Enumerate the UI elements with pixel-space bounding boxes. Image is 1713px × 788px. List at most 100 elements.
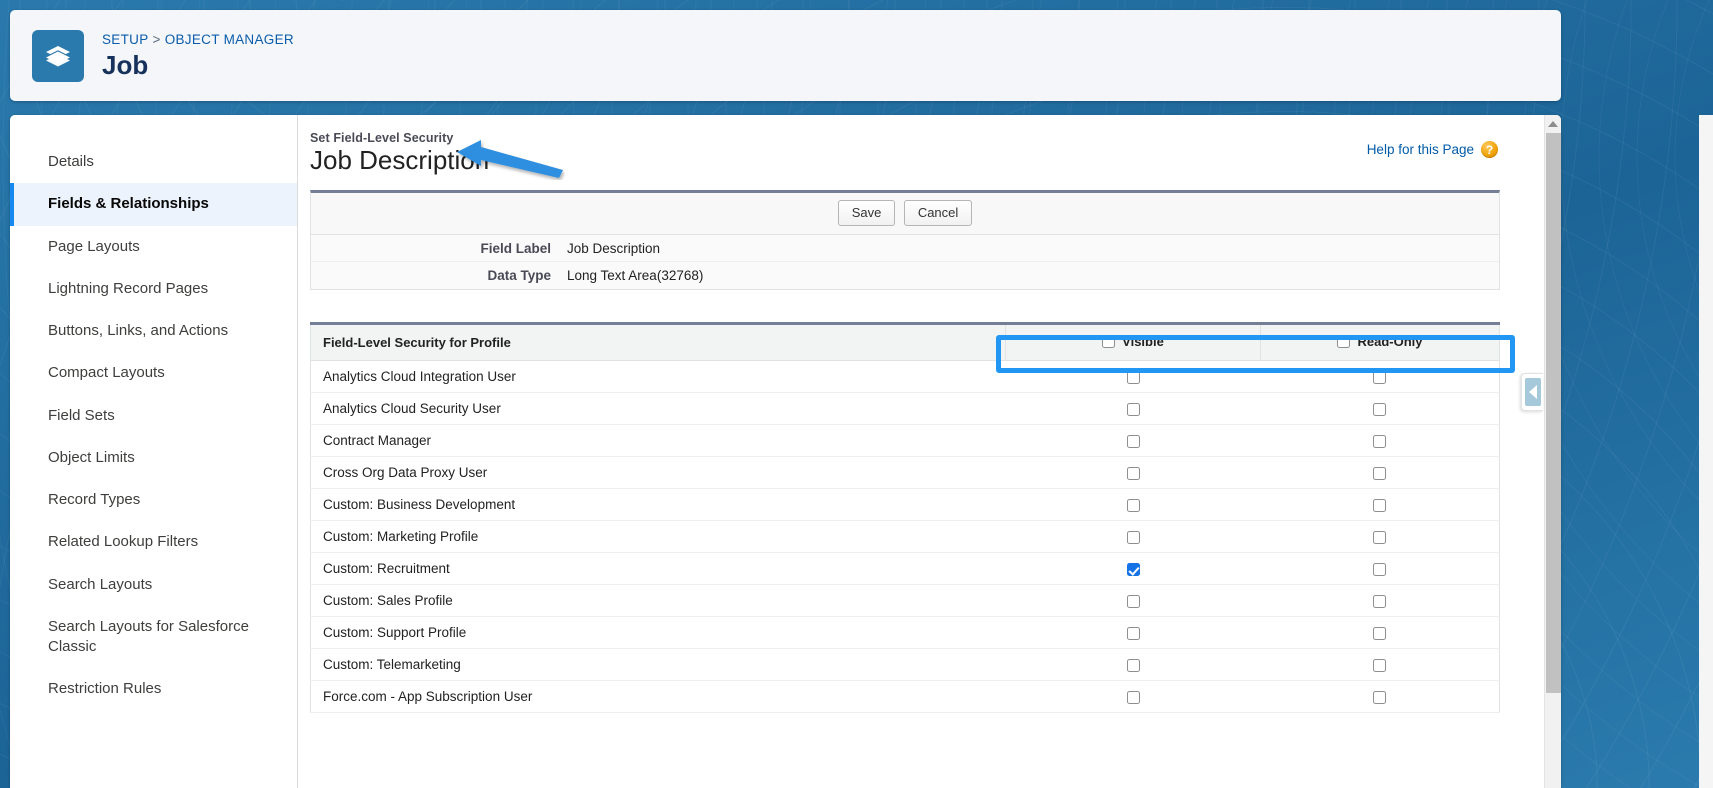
readonly-checkbox[interactable] bbox=[1373, 531, 1387, 545]
visible-checkbox[interactable] bbox=[1126, 467, 1140, 481]
breadcrumb-object-manager-link[interactable]: OBJECT MANAGER bbox=[165, 32, 294, 47]
content-card: Details Fields & Relationships Page Layout… bbox=[10, 115, 1561, 788]
visible-checkbox[interactable] bbox=[1126, 403, 1140, 417]
readonly-cell bbox=[1260, 584, 1500, 618]
readonly-checkbox[interactable] bbox=[1373, 467, 1387, 481]
sidebar-item-search-layouts-for-salesforce-classic[interactable]: Search Layouts for Salesforce Classic bbox=[10, 606, 297, 669]
visible-checkbox[interactable] bbox=[1126, 371, 1140, 385]
profile-name-cell: Custom: Business Development bbox=[310, 488, 1006, 522]
field-detail-rows: Field Label Job Description Data Type Long … bbox=[311, 235, 1499, 290]
visible-checkbox[interactable] bbox=[1126, 563, 1140, 577]
detail-row: Field Label Job Description bbox=[311, 235, 1499, 263]
sidebar-item-label: Object Limits bbox=[48, 448, 135, 466]
classic-pane-scrollbar[interactable] bbox=[1544, 115, 1561, 788]
layers-icon bbox=[32, 29, 84, 82]
select-all-readonly-checkbox[interactable] bbox=[1337, 335, 1351, 349]
column-header-visible: Visible bbox=[1005, 323, 1261, 362]
breadcrumb-setup-link[interactable]: SETUP bbox=[102, 32, 149, 47]
visible-cell bbox=[1005, 616, 1261, 650]
visible-checkbox[interactable] bbox=[1126, 627, 1140, 641]
sidebar-item-restriction-rules[interactable]: Restriction Rules bbox=[10, 668, 297, 710]
profile-name-cell: Custom: Sales Profile bbox=[310, 584, 1006, 618]
setup-header: SETUP > OBJECT MANAGER Job bbox=[10, 10, 1561, 101]
field-level-security-section: Field-Level Security for Profile Visible bbox=[310, 322, 1500, 714]
profile-name-cell: Custom: Marketing Profile bbox=[310, 520, 1006, 554]
table-row: Custom: Marketing Profile bbox=[310, 520, 1500, 554]
sidebar-item-page-layouts[interactable]: Page Layouts bbox=[10, 226, 297, 268]
sidebar-item-fields-relationships[interactable]: Fields & Relationships bbox=[10, 183, 297, 226]
detail-row: Data Type Long Text Area(32768) bbox=[311, 262, 1499, 290]
table-row: Analytics Cloud Integration User bbox=[310, 360, 1500, 394]
detail-label: Data Type bbox=[487, 268, 551, 284]
visible-cell bbox=[1005, 648, 1261, 682]
sidebar-item-label: Related Lookup Filters bbox=[48, 533, 199, 551]
sidebar-item-lightning-record-pages[interactable]: Lightning Record Pages bbox=[10, 268, 297, 310]
help-for-this-page-link[interactable]: Help for this Page ? bbox=[1367, 141, 1498, 158]
visible-checkbox[interactable] bbox=[1126, 531, 1140, 545]
breadcrumb-separator: > bbox=[152, 31, 161, 47]
field-detail-panel: Save Cancel Field Label Job Description Da… bbox=[310, 189, 1500, 291]
breadcrumb: SETUP > OBJECT MANAGER bbox=[102, 32, 294, 48]
visible-checkbox[interactable] bbox=[1126, 691, 1140, 705]
sidebar-item-object-limits[interactable]: Object Limits bbox=[10, 437, 297, 479]
profile-name-cell: Custom: Telemarketing bbox=[310, 648, 1006, 682]
cancel-button[interactable]: Cancel bbox=[903, 199, 973, 227]
sidebar-item-record-types[interactable]: Record Types bbox=[10, 479, 297, 521]
collapse-panel-toggle[interactable] bbox=[1521, 373, 1543, 411]
column-header-profile: Field-Level Security for Profile bbox=[310, 323, 1006, 362]
page-scrollbar[interactable] bbox=[1699, 115, 1713, 788]
readonly-checkbox[interactable] bbox=[1373, 659, 1387, 673]
sidebar-item-search-layouts[interactable]: Search Layouts bbox=[10, 564, 297, 606]
sidebar-item-label: Buttons, Links, and Actions bbox=[48, 322, 229, 339]
panel-button-bar: Save Cancel bbox=[311, 192, 1499, 236]
visible-checkbox[interactable] bbox=[1126, 499, 1140, 513]
sidebar-item-label: Fields & Relationships bbox=[48, 195, 209, 213]
detail-label: Field Label bbox=[480, 240, 551, 256]
visible-checkbox[interactable] bbox=[1126, 435, 1140, 449]
object-manager-nav: Details Fields & Relationships Page Layout… bbox=[10, 115, 298, 788]
visible-checkbox[interactable] bbox=[1126, 595, 1140, 609]
sidebar-item-label: Details bbox=[48, 153, 94, 170]
scrollbar-thumb[interactable] bbox=[1546, 133, 1561, 693]
classic-iframe-pane: Set Field-Level Security Job Description… bbox=[298, 115, 1561, 788]
sidebar-item-compact-layouts[interactable]: Compact Layouts bbox=[10, 352, 297, 394]
save-button[interactable]: Save bbox=[837, 199, 896, 227]
readonly-cell bbox=[1260, 680, 1500, 714]
chevron-left-icon bbox=[1524, 378, 1541, 406]
visible-cell bbox=[1005, 488, 1261, 522]
readonly-checkbox[interactable] bbox=[1373, 595, 1387, 609]
visible-cell bbox=[1005, 360, 1261, 394]
table-row: Custom: Business Development bbox=[310, 488, 1500, 522]
readonly-checkbox[interactable] bbox=[1373, 627, 1387, 641]
sidebar-item-label: Compact Layouts bbox=[48, 364, 165, 382]
readonly-checkbox[interactable] bbox=[1373, 371, 1387, 385]
readonly-checkbox[interactable] bbox=[1373, 691, 1387, 705]
sidebar-item-label: Field Sets bbox=[48, 406, 115, 424]
page-title: Job Description bbox=[310, 145, 490, 175]
readonly-cell bbox=[1260, 520, 1500, 554]
sidebar-item-details[interactable]: Details bbox=[10, 141, 297, 183]
readonly-checkbox[interactable] bbox=[1373, 403, 1387, 417]
readonly-cell bbox=[1260, 648, 1500, 682]
readonly-checkbox[interactable] bbox=[1373, 435, 1387, 449]
select-all-visible-checkbox[interactable] bbox=[1102, 335, 1116, 349]
table-row: Analytics Cloud Security User bbox=[310, 392, 1500, 426]
table-header-row: Field-Level Security for Profile Visible bbox=[310, 323, 1500, 362]
profile-name-cell: Custom: Recruitment bbox=[310, 552, 1006, 586]
readonly-checkbox[interactable] bbox=[1373, 563, 1387, 577]
table-row: Custom: Support Profile bbox=[310, 616, 1500, 650]
readonly-cell bbox=[1260, 456, 1500, 490]
column-header-readonly: Read-Only bbox=[1260, 323, 1500, 362]
visible-checkbox[interactable] bbox=[1126, 659, 1140, 673]
sidebar-item-field-sets[interactable]: Field Sets bbox=[10, 395, 297, 437]
scroll-up-arrow-icon[interactable] bbox=[1545, 115, 1561, 132]
question-mark-badge-icon: ? bbox=[1481, 141, 1498, 158]
readonly-cell bbox=[1260, 488, 1500, 522]
profile-name-cell: Custom: Support Profile bbox=[310, 616, 1006, 650]
visible-cell bbox=[1005, 520, 1261, 554]
sidebar-item-related-lookup-filters[interactable]: Related Lookup Filters bbox=[10, 521, 297, 563]
table-row: Custom: Recruitment bbox=[310, 552, 1500, 586]
sidebar-item-buttons-links-and-actions[interactable]: Buttons, Links, and Actions bbox=[10, 310, 297, 352]
field-level-security-rows: Analytics Cloud Integration User Analytic… bbox=[310, 360, 1500, 714]
readonly-checkbox[interactable] bbox=[1373, 499, 1387, 513]
